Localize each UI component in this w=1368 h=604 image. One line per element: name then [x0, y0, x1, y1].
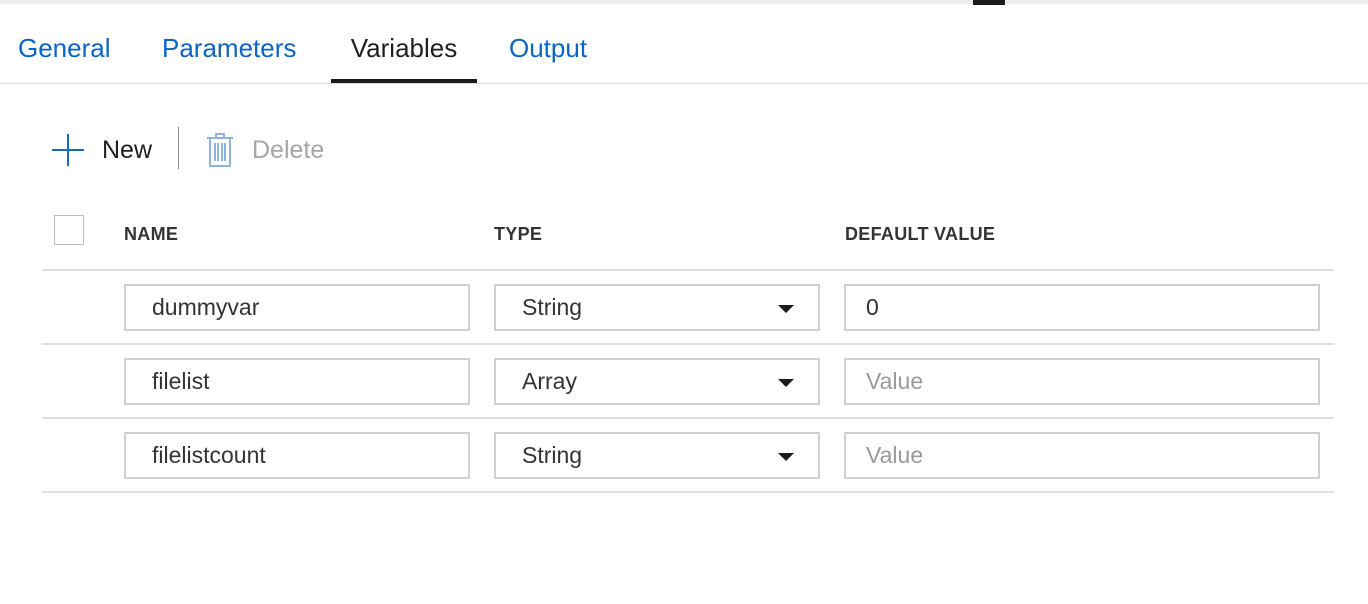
new-button-label: New: [102, 135, 153, 164]
default-value-input[interactable]: [844, 432, 1320, 479]
table-row: Array: [42, 345, 1334, 419]
variable-type-value: String: [522, 294, 583, 320]
caret-down-icon: [778, 379, 794, 387]
column-header-default-value: DEFAULT VALUE: [845, 224, 996, 244]
variable-type-value: String: [522, 442, 583, 468]
table-row: String: [42, 271, 1334, 345]
tab-general[interactable]: General: [18, 4, 111, 83]
variable-type-select[interactable]: String: [494, 284, 820, 331]
trash-icon: [207, 133, 233, 167]
caret-down-icon: [778, 305, 794, 313]
select-all-checkbox[interactable]: [54, 215, 84, 245]
variable-name-input[interactable]: [124, 358, 470, 405]
active-tab-indicator: [331, 79, 477, 83]
tab-variables-label: Variables: [350, 33, 458, 63]
delete-button-label: Delete: [252, 135, 325, 164]
default-value-input[interactable]: [844, 358, 1320, 405]
variable-name-input[interactable]: [124, 432, 470, 479]
toolbar-divider: [178, 127, 179, 169]
column-header-name: NAME: [124, 224, 179, 244]
tab-parameters[interactable]: Parameters: [162, 4, 296, 83]
variable-type-select[interactable]: Array: [494, 358, 820, 405]
tab-bar: General Parameters Variables Output: [0, 4, 1368, 84]
table-row: String: [42, 419, 1334, 493]
delete-button[interactable]: Delete: [206, 120, 324, 180]
variable-type-value: Array: [522, 368, 577, 394]
new-button[interactable]: New: [52, 120, 152, 180]
tab-variables[interactable]: Variables: [331, 4, 477, 83]
tab-output[interactable]: Output: [509, 4, 587, 83]
tab-general-label: General: [18, 33, 111, 63]
tab-output-label: Output: [509, 33, 588, 63]
variable-name-input[interactable]: [124, 284, 470, 331]
row-divider: [42, 491, 1334, 493]
plus-icon: [52, 134, 84, 166]
column-header-type: TYPE: [494, 224, 543, 244]
default-value-input[interactable]: [844, 284, 1320, 331]
tab-parameters-label: Parameters: [162, 33, 297, 63]
caret-down-icon: [778, 453, 794, 461]
variable-type-select[interactable]: String: [494, 432, 820, 479]
